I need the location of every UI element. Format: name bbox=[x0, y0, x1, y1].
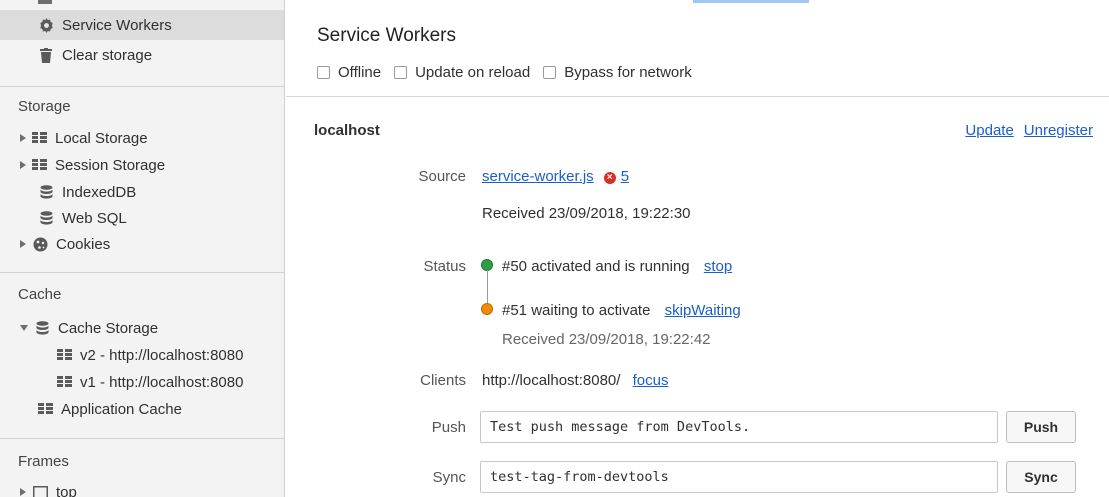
source-label: Source bbox=[418, 168, 466, 185]
source-value: service-worker.js × 5 bbox=[482, 168, 629, 185]
offline-option[interactable]: Offline bbox=[317, 64, 381, 81]
sync-button[interactable]: Sync bbox=[1006, 461, 1076, 493]
sidebar-item-frame-top[interactable]: top bbox=[0, 477, 284, 497]
options-bar: Offline Update on reload Bypass for netw… bbox=[317, 64, 705, 81]
table-icon bbox=[32, 132, 47, 144]
active-status: #50 activated and is running stop bbox=[502, 258, 732, 275]
page-title: Service Workers bbox=[317, 25, 457, 46]
waiting-received: Received 23/09/2018, 19:22:42 bbox=[502, 331, 711, 348]
table-icon bbox=[38, 403, 53, 415]
update-on-reload-checkbox[interactable] bbox=[394, 66, 408, 79]
clients-value: http://localhost:8080/ focus bbox=[482, 372, 668, 389]
frame-icon bbox=[32, 484, 48, 497]
trash-icon bbox=[38, 47, 54, 63]
worker-origin: localhost bbox=[314, 122, 380, 139]
sidebar-item-label: Web SQL bbox=[62, 209, 127, 227]
sidebar-section-cache: Cache bbox=[18, 286, 62, 303]
sidebar-item-cache-v1[interactable]: v1 - http://localhost:8080 bbox=[0, 367, 284, 397]
table-icon bbox=[32, 159, 47, 171]
sidebar-item-label: Service Workers bbox=[62, 16, 172, 34]
expand-triangle-icon[interactable] bbox=[20, 161, 26, 169]
push-input[interactable]: Test push message from DevTools. bbox=[480, 411, 998, 443]
error-icon: × bbox=[603, 172, 616, 184]
sidebar-item-label: Application Cache bbox=[61, 400, 182, 418]
unregister-link[interactable]: Unregister bbox=[1024, 122, 1093, 139]
cookie-icon bbox=[32, 236, 48, 252]
sidebar-item-label: Clear storage bbox=[62, 46, 153, 64]
worker-actions: Update Unregister bbox=[965, 122, 1093, 139]
sidebar: Service Workers Clear storage Storage Lo… bbox=[0, 0, 285, 497]
offline-label: Offline bbox=[338, 64, 382, 81]
sidebar-item-clear-storage[interactable]: Clear storage bbox=[0, 40, 284, 70]
table-icon bbox=[57, 376, 72, 388]
sidebar-divider bbox=[0, 86, 284, 87]
clients-label: Clients bbox=[420, 372, 466, 389]
active-status-text: #50 activated and is running bbox=[502, 258, 690, 275]
push-label: Push bbox=[431, 419, 466, 436]
sidebar-item-label: v2 - http://localhost:8080 bbox=[80, 346, 244, 364]
expand-triangle-icon[interactable] bbox=[20, 488, 26, 496]
bypass-for-network-option[interactable]: Bypass for network bbox=[543, 64, 692, 81]
sidebar-item-label: v1 - http://localhost:8080 bbox=[80, 373, 244, 391]
offline-checkbox[interactable] bbox=[317, 66, 330, 79]
expand-triangle-icon[interactable] bbox=[20, 240, 26, 248]
sync-input[interactable]: test-tag-from-devtools bbox=[480, 461, 998, 493]
waiting-status-text: #51 waiting to activate bbox=[502, 302, 651, 319]
update-link[interactable]: Update bbox=[965, 122, 1013, 139]
bypass-for-network-checkbox[interactable] bbox=[543, 66, 557, 79]
status-label: Status bbox=[423, 258, 466, 275]
sidebar-item-session-storage[interactable]: Session Storage bbox=[0, 150, 284, 180]
sidebar-item-label: Session Storage bbox=[55, 156, 166, 174]
scrolled-item-stub bbox=[38, 0, 52, 4]
bypass-for-network-label: Bypass for network bbox=[564, 64, 692, 81]
sidebar-item-cache-storage[interactable]: Cache Storage bbox=[0, 313, 284, 343]
sidebar-item-label: Cache Storage bbox=[58, 319, 159, 337]
sidebar-item-label: top bbox=[56, 483, 77, 497]
update-on-reload-option[interactable]: Update on reload bbox=[394, 64, 530, 81]
source-received: Received 23/09/2018, 19:22:30 bbox=[482, 205, 691, 222]
scroll-accent-bar bbox=[693, 0, 809, 3]
database-icon bbox=[38, 210, 54, 226]
gear-icon bbox=[38, 17, 54, 33]
update-on-reload-label: Update on reload bbox=[415, 64, 531, 81]
table-icon bbox=[57, 349, 72, 361]
sidebar-item-cookies[interactable]: Cookies bbox=[0, 229, 284, 259]
sidebar-section-storage: Storage bbox=[18, 98, 71, 115]
expand-triangle-icon[interactable] bbox=[20, 134, 26, 142]
sidebar-item-local-storage[interactable]: Local Storage bbox=[0, 123, 284, 153]
sidebar-item-label: Cookies bbox=[56, 235, 111, 253]
client-url: http://localhost:8080/ bbox=[482, 372, 621, 389]
stop-link[interactable]: stop bbox=[704, 258, 732, 275]
section-divider bbox=[286, 96, 1109, 97]
database-icon bbox=[34, 320, 50, 336]
sidebar-item-application-cache[interactable]: Application Cache bbox=[0, 394, 284, 424]
sidebar-item-cache-v2[interactable]: v2 - http://localhost:8080 bbox=[0, 340, 284, 370]
sidebar-item-label: Local Storage bbox=[55, 129, 148, 147]
sidebar-section-frames: Frames bbox=[18, 453, 69, 470]
push-button[interactable]: Push bbox=[1006, 411, 1076, 443]
waiting-status: #51 waiting to activate skipWaiting bbox=[502, 302, 741, 319]
sidebar-item-service-workers[interactable]: Service Workers bbox=[0, 10, 284, 40]
sync-label: Sync bbox=[432, 469, 466, 486]
sidebar-item-label: IndexedDB bbox=[62, 183, 137, 201]
collapse-triangle-icon[interactable] bbox=[20, 325, 28, 331]
database-icon bbox=[38, 184, 54, 200]
skip-waiting-link[interactable]: skipWaiting bbox=[665, 302, 741, 319]
focus-link[interactable]: focus bbox=[633, 372, 669, 389]
service-workers-panel: Service Workers Offline Update on reload… bbox=[286, 0, 1109, 497]
source-file-link[interactable]: service-worker.js bbox=[482, 168, 594, 185]
waiting-status-dot bbox=[481, 303, 493, 315]
sidebar-divider bbox=[0, 438, 284, 439]
error-count-link[interactable]: 5 bbox=[621, 168, 629, 185]
sidebar-divider bbox=[0, 272, 284, 273]
